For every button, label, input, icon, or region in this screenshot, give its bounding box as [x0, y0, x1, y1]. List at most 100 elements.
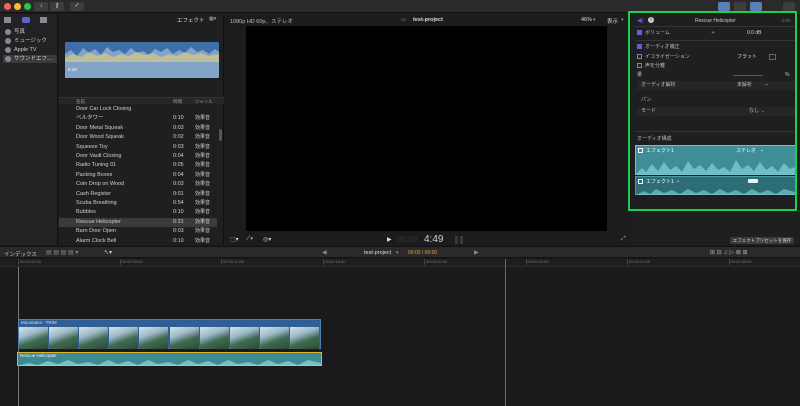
filmstrip-thumbnail [259, 327, 289, 349]
list-item[interactable]: Bubbles 0:10 効果音 [59, 208, 217, 217]
history-back-icon[interactable]: ◀ [322, 249, 327, 256]
select-tool-icon[interactable]: ↖▾ [104, 249, 112, 256]
sound-genre: 効果音 [195, 200, 211, 206]
effects-label[interactable]: エフェクト [177, 16, 205, 24]
sound-name: Squeeze Toy [76, 143, 108, 150]
video-clip[interactable]: Mountains - TRIM [18, 319, 321, 349]
ruler-tick-label: 00:00:00:00 [20, 259, 42, 264]
timeline-project-name[interactable]: test-project [364, 250, 391, 256]
list-item[interactable]: ベルタワー 0:10 効果音 [59, 114, 217, 123]
titles-icon[interactable] [40, 17, 47, 23]
sound-name: Barn Door Open [76, 228, 117, 235]
zoom-window-button[interactable] [24, 3, 31, 10]
minimize-window-button[interactable] [14, 3, 21, 10]
sidebar-item-apple-tv[interactable]: Apple TV [3, 46, 57, 54]
filmstrip-thumbnail [199, 327, 229, 349]
list-item[interactable]: Alarm Clock Bell 0:10 効果音 [59, 237, 217, 246]
view-menu[interactable]: 表示 [607, 17, 618, 25]
zoom-dropdown-icon[interactable]: ▾ [593, 17, 596, 23]
sound-duration: 0:03 [173, 124, 184, 131]
list-item[interactable]: Scuba Breathing 0:54 効果音 [59, 199, 217, 208]
list-item[interactable]: Rescue Helicopter 0:31 効果音 [59, 217, 217, 227]
timeline-timecode: 00:00 / 00:00 [408, 250, 438, 256]
speed-icon[interactable]: ◎▾ [263, 236, 271, 243]
sound-genre: 効果音 [195, 134, 211, 141]
keyword-button[interactable]: ⚷ [50, 2, 64, 11]
view-dropdown-icon[interactable]: ▾ [621, 17, 624, 23]
list-item[interactable]: Packing Boxes 0:04 効果音 [59, 171, 217, 180]
sound-name: Door Wood Squeak [76, 134, 124, 141]
list-scrollbar[interactable] [219, 129, 222, 141]
sound-duration: 0:31 [173, 218, 184, 225]
sound-name: Door Vault Closing [76, 153, 122, 159]
waveform-preview[interactable]: 0:10 [65, 42, 219, 78]
list-item[interactable]: Barn Door Open 0:03 効果音 [59, 227, 217, 236]
index-button[interactable]: インデックス [4, 250, 37, 258]
list-item[interactable]: Door Metal Squeak 0:03 効果音 [59, 124, 217, 133]
zoom-level[interactable]: 46% [581, 17, 592, 23]
sound-genre: 効果音 [195, 228, 211, 235]
filmstrip-thumbnail [169, 327, 199, 349]
import-button[interactable]: ↓ [34, 2, 48, 11]
timeline-options-icons[interactable]: ⊞ ⊟ ♫ ▷ ⊠ ⊞ [710, 249, 748, 256]
sound-genre: 効果音 [195, 153, 211, 159]
inspector-toggle-button[interactable] [750, 2, 762, 11]
sound-name: Radio Tuning 01 [76, 162, 117, 169]
list-item[interactable]: Radio Tuning 01 0:05 効果音 [59, 161, 217, 170]
sound-duration: 0:03 [173, 143, 184, 150]
list-item[interactable]: Coin Drop on Wood 0:03 効果音 [59, 180, 217, 189]
timecode-prefix: 00:00 [397, 235, 418, 244]
sidebar-item-sound-effects[interactable]: サウンドエフ… [3, 55, 57, 63]
timeline: 00:00:00:00 00:00:05:00 00:00:10:00 00:00:1… [0, 259, 800, 406]
close-window-button[interactable] [4, 3, 11, 10]
sound-genre: 効果音 [195, 124, 211, 131]
list-item[interactable]: Cash Register 0:01 効果音 [59, 190, 217, 199]
timeline-toggle-button[interactable] [734, 2, 746, 11]
browser-toggle-button[interactable] [718, 2, 730, 11]
list-item[interactable]: Door Wood Squeak 0:02 効果音 [59, 133, 217, 142]
list-item[interactable]: Door Vault Closing 0:04 効果音 [59, 152, 217, 161]
sound-duration: 0:02 [173, 134, 184, 141]
play-button[interactable]: ▶ [387, 236, 392, 243]
highlight-frame [628, 11, 797, 211]
list-item[interactable]: Door Car Lock Closing [59, 105, 217, 114]
sound-duration: 0:10 [173, 209, 184, 216]
photos-icon [5, 29, 11, 35]
viewer: 1080p HD 60p、ステレオ ▭ test-project 46% ▾ 表… [225, 14, 630, 245]
crop-tool-icon[interactable]: ⟋▾ [246, 236, 253, 243]
sound-genre: 効果音 [195, 171, 211, 178]
filmstrip-thumbnail [19, 327, 48, 349]
photos-audio-icon[interactable] [4, 17, 11, 23]
history-forward-icon[interactable]: ▶ [474, 249, 479, 256]
append-clip-icons[interactable]: ▤ ▤ ▤ ▤ ▾ [46, 249, 78, 256]
ruler-tick-mark [728, 259, 730, 265]
playhead[interactable] [505, 259, 506, 406]
ruler-tick-label: 00:00:20:00 [426, 259, 448, 264]
list-item[interactable]: Squeeze Toy 0:03 効果音 [59, 143, 217, 152]
timeline-toolbar: インデックス ▤ ▤ ▤ ▤ ▾ ↖▾ ◀ test-project ▾ 00:… [0, 246, 800, 258]
sidebar-item-photos[interactable]: 写真 [3, 28, 57, 36]
music-icon [5, 38, 11, 44]
sound-genre: 効果音 [195, 162, 211, 169]
music-audio-icon[interactable] [22, 17, 30, 23]
video-canvas[interactable] [246, 26, 607, 231]
sound-genre: 効果音 [195, 218, 211, 225]
viewer-project-name: test-project [413, 17, 443, 23]
sound-name: Packing Boxes [76, 171, 113, 178]
ruler-tick-label: 00:00:35:00 [730, 259, 752, 264]
sidebar-item-music[interactable]: ミュージック [3, 37, 57, 45]
transform-tool-icon[interactable]: ⬚▾ [230, 236, 239, 243]
ruler-tick-label: 00:00:25:00 [527, 259, 549, 264]
audio-clip[interactable]: Rescue Helicopter [17, 352, 322, 366]
project-dropdown-icon[interactable]: ▾ [396, 250, 399, 256]
time-ruler[interactable]: 00:00:00:00 00:00:05:00 00:00:10:00 00:00:1… [0, 259, 800, 267]
effects-dropdown-icon[interactable]: ▦▾ [209, 16, 216, 22]
list-header: 名前 時間 ジャンル [59, 97, 224, 104]
sound-name: Cash Register [76, 190, 111, 197]
background-tasks-button[interactable]: ✓ [70, 2, 84, 11]
fullscreen-icon[interactable]: ⤢ [621, 236, 626, 243]
share-button[interactable] [783, 2, 795, 11]
save-preset-button[interactable]: エフェクトプリセットを保存 [730, 237, 794, 244]
ruler-tick-mark [221, 259, 222, 265]
clapper-icon: ▭ [401, 17, 406, 23]
